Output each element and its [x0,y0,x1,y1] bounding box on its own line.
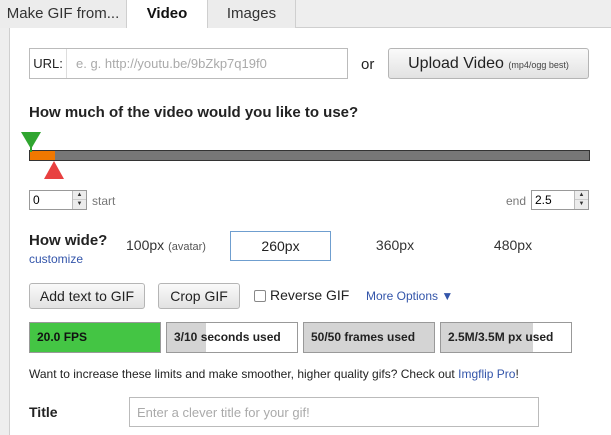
fps-meter: 20.0 FPS [29,322,161,353]
width-option-480[interactable]: 480px [478,231,548,261]
end-time-arrows: ▲ ▼ [574,191,588,209]
reverse-gif-checkbox[interactable] [254,290,266,302]
start-time-input[interactable] [30,191,72,209]
start-time-arrows: ▲ ▼ [72,191,86,209]
start-time-up-icon[interactable]: ▲ [73,191,86,200]
end-time-down-icon[interactable]: ▼ [575,200,588,209]
more-options-link[interactable]: More Options ▼ [366,289,453,303]
end-time-input[interactable] [532,191,574,209]
limits-message: Want to increase these limits and make s… [29,367,519,381]
end-time-up-icon[interactable]: ▲ [575,191,588,200]
range-slider-selection [30,151,55,160]
pixels-meter: 2.5M/3.5M px used [440,322,572,353]
width-label: How wide? [29,232,108,249]
tab-video[interactable]: Video [127,0,208,29]
width-option-360[interactable]: 360px [360,231,430,261]
url-field: URL: [29,48,348,79]
start-handle-stem [30,146,32,152]
range-slider-track[interactable] [29,150,590,161]
range-question: How much of the video would you like to … [29,104,359,121]
end-time-stepper: ▲ ▼ [531,190,589,210]
title-label: Title [29,404,58,420]
add-text-button[interactable]: Add text to GIF [29,283,145,309]
tab-images[interactable]: Images [208,0,296,28]
seconds-meter: 3/10 seconds used [166,322,298,353]
width-option-260[interactable]: 260px [230,231,331,261]
upload-video-button[interactable]: Upload Video (mp4/ogg best) [388,48,589,79]
frames-meter-label: 50/50 frames used [311,330,416,344]
reverse-gif-label[interactable]: Reverse GIF [270,287,349,303]
width-option-label: 100px [126,237,165,253]
end-label: end [506,194,527,208]
upload-video-label: Upload Video [408,55,504,72]
url-input[interactable] [68,49,346,78]
crop-gif-button[interactable]: Crop GIF [158,283,240,309]
width-option-label: 480px [493,237,533,253]
seconds-meter-label: 3/10 seconds used [174,330,281,344]
width-option-100[interactable]: 100px (avatar) [116,231,216,261]
tab-make-gif-from[interactable]: Make GIF from... [0,0,127,28]
gif-title-input[interactable] [129,397,539,427]
limits-text: Want to increase these limits and make s… [29,367,459,381]
width-option-note: (avatar) [168,241,206,253]
start-time-down-icon[interactable]: ▼ [73,200,86,209]
tab-bar: Make GIF from... Video Images [0,0,611,29]
customize-width-link[interactable]: customize [29,252,83,266]
fps-meter-label: 20.0 FPS [37,330,88,344]
width-option-label: 260px [261,238,300,254]
end-handle[interactable] [44,161,64,179]
frames-meter: 50/50 frames used [303,322,435,353]
start-label: start [92,194,116,208]
or-text: or [361,56,375,73]
pixels-meter-label: 2.5M/3.5M px used [448,330,554,344]
start-time-stepper: ▲ ▼ [29,190,87,210]
limits-suffix: ! [515,367,519,381]
imgflip-pro-link[interactable]: Imgflip Pro [458,367,515,381]
url-label: URL: [30,49,67,78]
width-option-label: 360px [375,237,415,253]
upload-video-hint: (mp4/ogg best) [508,60,569,70]
